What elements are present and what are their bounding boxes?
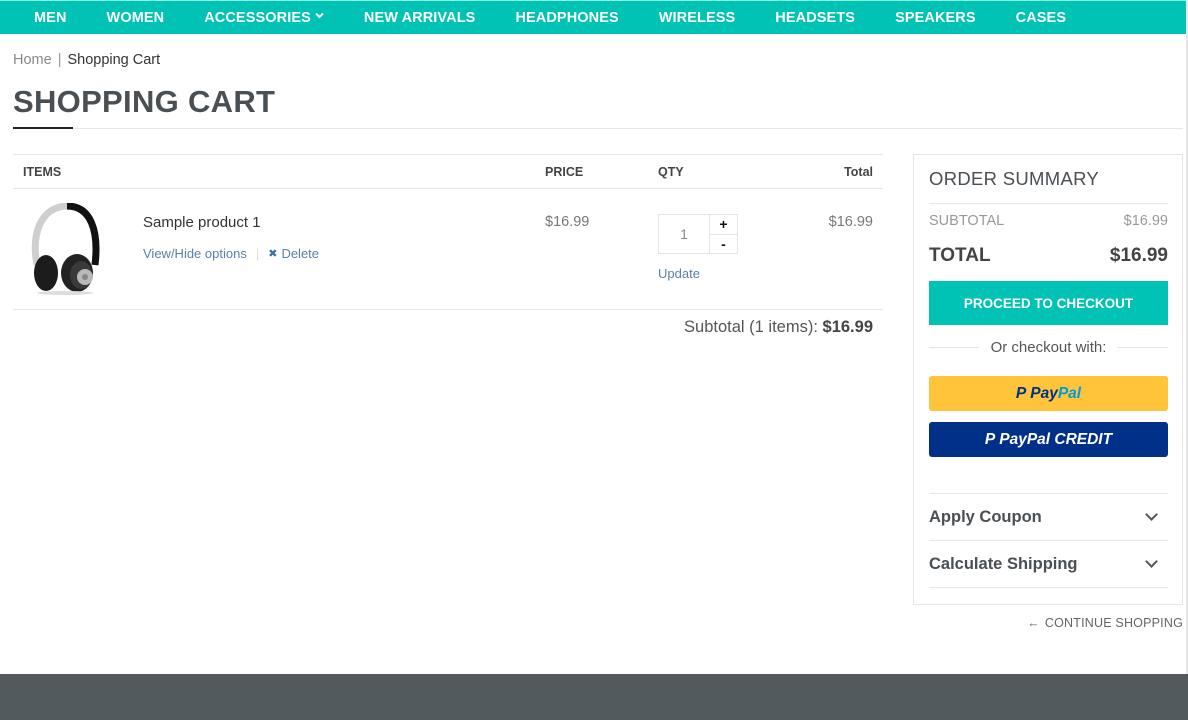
- summary-total-label: TOTAL: [929, 245, 991, 266]
- paypal-logo-icon: P: [984, 430, 996, 448]
- divider: [929, 347, 979, 348]
- summary-subtotal: SUBTOTAL $16.99: [929, 213, 1168, 229]
- chevron-down-icon: [1145, 555, 1158, 568]
- summary-total: TOTAL $16.99: [929, 245, 1168, 267]
- nav-label: SPEAKERS: [895, 9, 976, 26]
- footer: [0, 674, 1188, 720]
- order-summary-title: ORDER SUMMARY: [929, 168, 1100, 189]
- summary-accordions: Apply Coupon Calculate Shipping: [929, 493, 1168, 588]
- subtotal-label: Subtotal (1 items):: [684, 318, 818, 336]
- headphones-image[interactable]: [29, 202, 101, 295]
- or-checkout-label: Or checkout with:: [990, 339, 1107, 356]
- quantity-input[interactable]: 1: [659, 215, 710, 253]
- order-summary: ORDER SUMMARY SUBTOTAL $16.99 TOTAL $16.…: [913, 154, 1183, 605]
- nav-label: MEN: [34, 9, 67, 26]
- nav-label: NEW ARRIVALS: [363, 9, 476, 26]
- header-qty: QTY: [658, 165, 684, 179]
- delete-link[interactable]: Delete: [281, 246, 319, 261]
- item-price: $16.99: [545, 214, 590, 230]
- quantity-stepper: 1 + -: [658, 214, 738, 254]
- paypal-button[interactable]: P Pay Pal: [929, 376, 1168, 411]
- nav-item-new-arrivals[interactable]: NEW ARRIVALS: [364, 10, 476, 26]
- top-navigation: MEN WOMEN ACCESSORIES NEW ARRIVALS HEADP…: [0, 0, 1188, 34]
- divider: [929, 587, 1168, 588]
- divider: [929, 203, 1168, 204]
- or-checkout-with: Or checkout with:: [929, 339, 1169, 356]
- continue-shopping-label: CONTINUE SHOPPING: [1044, 616, 1183, 630]
- divider: [1118, 347, 1169, 348]
- cart-item-row: Sample product 1 View/Hide options | ✖ D…: [13, 189, 883, 310]
- chevron-down-icon: [1145, 508, 1158, 521]
- item-total: $16.99: [828, 214, 873, 230]
- breadcrumb-home[interactable]: Home: [13, 52, 52, 68]
- continue-shopping-link[interactable]: ← CONTINUE SHOPPING: [1027, 616, 1183, 630]
- nav-label: HEADSETS: [775, 9, 856, 26]
- subtotal-value: $16.99: [822, 318, 873, 336]
- apply-coupon-toggle[interactable]: Apply Coupon: [929, 494, 1168, 540]
- view-hide-options-link[interactable]: View/Hide options: [143, 246, 247, 261]
- breadcrumb: Home | Shopping Cart: [13, 52, 160, 68]
- nav-item-headsets[interactable]: HEADSETS: [775, 10, 855, 26]
- summary-subtotal-label: SUBTOTAL: [929, 213, 1005, 229]
- nav-item-women[interactable]: WOMEN: [107, 10, 165, 26]
- breadcrumb-separator: |: [57, 52, 62, 68]
- product-name[interactable]: Sample product 1: [143, 214, 261, 231]
- page-title: SHOPPING CART: [13, 84, 276, 119]
- paypal-pay: Pay: [1030, 384, 1058, 402]
- paypal-credit-label: PayPal CREDIT: [999, 430, 1113, 448]
- cart-subtotal: Subtotal (1 items): $16.99: [684, 318, 873, 337]
- nav-item-wireless[interactable]: WIRELESS: [659, 10, 736, 26]
- paypal-logo-icon: P: [1015, 384, 1027, 402]
- arrow-left-icon: ←: [1027, 616, 1040, 630]
- delete-icon[interactable]: ✖: [268, 247, 277, 260]
- nav-label: WOMEN: [106, 9, 165, 26]
- nav-label: CASES: [1015, 9, 1067, 26]
- apply-coupon-label: Apply Coupon: [929, 507, 1042, 526]
- nav-item-speakers[interactable]: SPEAKERS: [895, 10, 976, 26]
- header-items: ITEMS: [23, 165, 62, 179]
- chevron-down-icon: [315, 11, 324, 22]
- cart-table: ITEMS PRICE QTY Total Sample product 1 V…: [13, 154, 883, 336]
- paypal-pal: Pal: [1057, 384, 1082, 402]
- nav-label: WIRELESS: [658, 9, 736, 26]
- quantity-decrease-button[interactable]: -: [710, 235, 737, 254]
- calculate-shipping-toggle[interactable]: Calculate Shipping: [929, 541, 1168, 587]
- title-divider: [13, 128, 1183, 129]
- paypal-credit-button[interactable]: P PayPal CREDIT: [929, 422, 1168, 457]
- nav-item-men[interactable]: MEN: [34, 10, 67, 26]
- title-accent-underline: [13, 127, 73, 129]
- proceed-to-checkout-button[interactable]: PROCEED TO CHECKOUT: [929, 281, 1168, 325]
- header-total: Total: [844, 165, 873, 179]
- calculate-shipping-label: Calculate Shipping: [929, 554, 1078, 573]
- cart-table-header: ITEMS PRICE QTY Total: [13, 154, 883, 189]
- summary-total-value: $16.99: [1109, 245, 1168, 266]
- update-link[interactable]: Update: [658, 266, 700, 281]
- summary-subtotal-value: $16.99: [1123, 213, 1168, 229]
- header-price: PRICE: [545, 165, 584, 179]
- nav-item-cases[interactable]: CASES: [1016, 10, 1066, 26]
- breadcrumb-current: Shopping Cart: [67, 52, 161, 68]
- nav-label: HEADPHONES: [515, 9, 619, 26]
- nav-item-accessories[interactable]: ACCESSORIES: [204, 10, 324, 26]
- product-actions: View/Hide options | ✖ Delete: [143, 246, 319, 261]
- nav-item-headphones[interactable]: HEADPHONES: [515, 10, 618, 26]
- nav-label: ACCESSORIES: [204, 9, 311, 26]
- divider: |: [255, 246, 260, 261]
- quantity-increase-button[interactable]: +: [710, 215, 737, 235]
